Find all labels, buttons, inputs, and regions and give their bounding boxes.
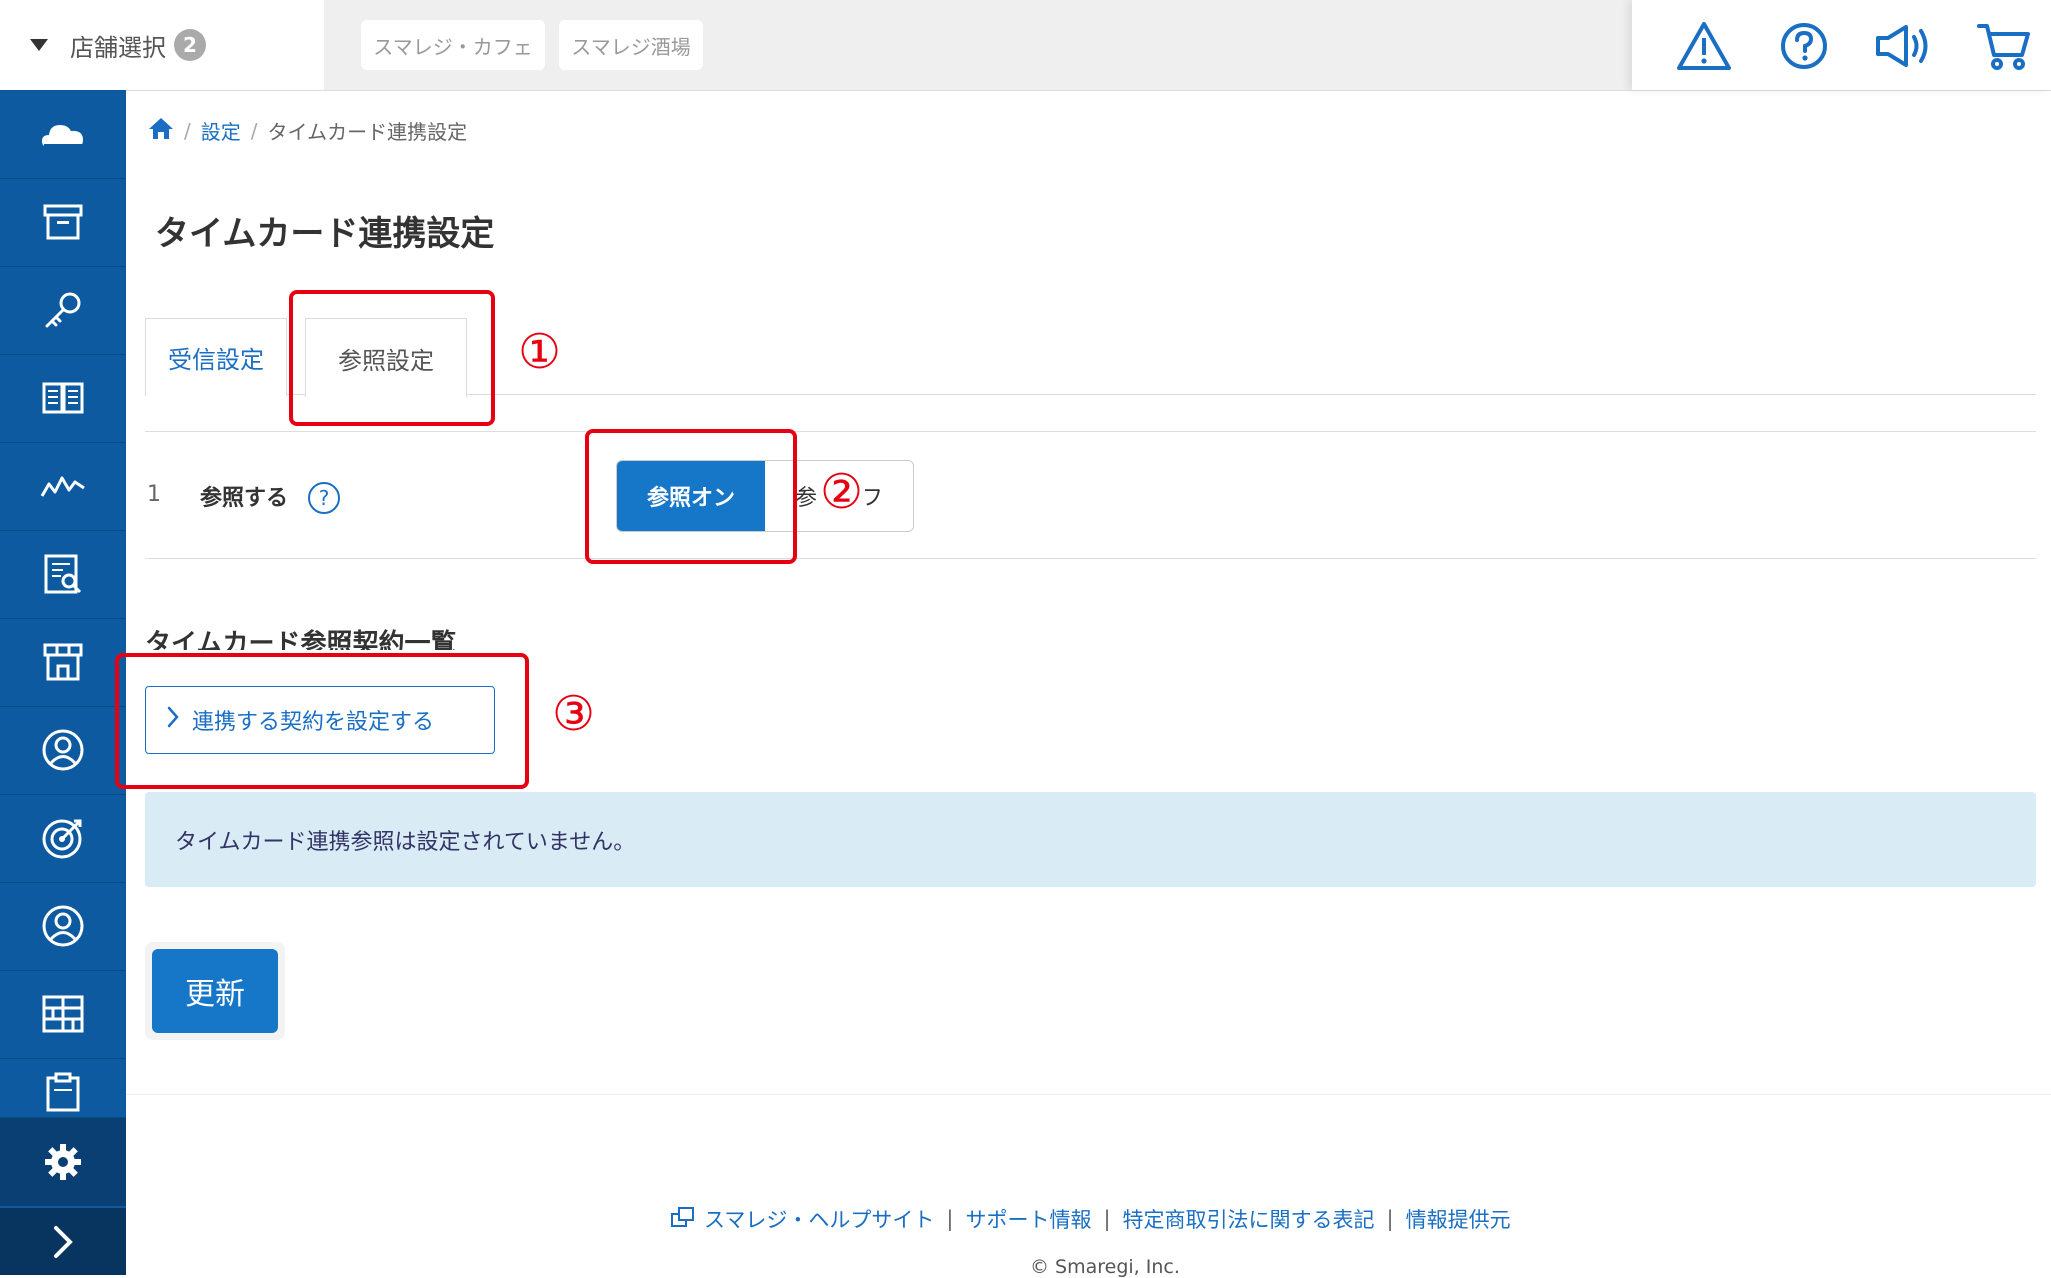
footer-links: スマレジ・ヘルプサイト | サポート情報 | 特定商取引法に関する表記 | 情報…: [670, 1204, 1511, 1234]
warning-icon[interactable]: [1674, 16, 1734, 76]
chevron-right-icon[interactable]: [0, 1208, 126, 1275]
footer-link-source[interactable]: 情報提供元: [1406, 1204, 1511, 1234]
sidebar: [0, 90, 126, 1275]
breadcrumb-current: タイムカード連携設定: [267, 120, 468, 144]
page-title: タイムカード連携設定: [155, 214, 495, 254]
empty-alert: タイムカード連携参照は設定されていません。: [145, 792, 2036, 887]
annotation-number-1: ①: [518, 324, 562, 380]
annotation-number-2: ②: [818, 464, 866, 520]
row-divider: [145, 558, 2036, 559]
key-icon[interactable]: [0, 266, 126, 355]
breadcrumb: / 設定 / タイムカード連携設定: [148, 116, 467, 145]
gear-icon[interactable]: [0, 1118, 126, 1206]
chart-icon[interactable]: [0, 442, 126, 531]
external-link-icon: [670, 1206, 696, 1233]
row-number: 1: [147, 482, 161, 507]
store-icon[interactable]: [0, 618, 126, 707]
section-heading: タイムカード参照契約一覧: [145, 629, 457, 650]
footer-link-support[interactable]: サポート情報: [965, 1204, 1091, 1234]
customer-icon[interactable]: [0, 882, 126, 971]
breadcrumb-separator: /: [250, 118, 258, 143]
footer-link-help[interactable]: スマレジ・ヘルプサイト: [704, 1204, 934, 1234]
caret-down-icon: [30, 39, 48, 51]
annotation-number-3: ③: [552, 686, 596, 742]
megaphone-icon[interactable]: [1874, 16, 1934, 76]
footer-separator: |: [946, 1207, 954, 1231]
help-icon[interactable]: [1774, 16, 1834, 76]
clipboard-icon[interactable]: [0, 1058, 126, 1118]
grid-icon[interactable]: [0, 970, 126, 1059]
archive-icon[interactable]: [0, 178, 126, 267]
row-label: 参照する: [200, 486, 289, 511]
update-button-wrap: 更新: [145, 942, 285, 1040]
report-icon[interactable]: [0, 530, 126, 619]
top-icon-group: [1632, 0, 2051, 90]
footer-divider: [126, 1094, 2051, 1095]
annotation-box-3: [115, 653, 529, 789]
annotation-box-2: [585, 429, 797, 564]
tab-receive-settings[interactable]: 受信設定: [145, 318, 287, 396]
store-chip-bar[interactable]: スマレジ酒場: [559, 20, 703, 70]
annotation-box-1: [289, 290, 495, 426]
footer-link-legal[interactable]: 特定商取引法に関する表記: [1123, 1204, 1375, 1234]
store-chip-cafe[interactable]: スマレジ・カフェ: [361, 20, 545, 70]
footer-separator: |: [1386, 1207, 1394, 1231]
footer-separator: |: [1103, 1207, 1111, 1231]
row-divider: [145, 431, 2036, 432]
book-icon[interactable]: [0, 354, 126, 443]
cloud-icon[interactable]: [0, 90, 126, 179]
store-select-label: 店舗選択: [70, 33, 166, 62]
cart-icon[interactable]: [1974, 16, 2034, 76]
user-icon[interactable]: [0, 706, 126, 795]
store-count-badge: 2: [174, 29, 206, 61]
update-button[interactable]: 更新: [152, 949, 278, 1033]
store-select[interactable]: 店舗選択 2: [0, 0, 324, 90]
top-bar: 店舗選択 2 スマレジ・カフェ スマレジ酒場: [0, 0, 2051, 91]
breadcrumb-settings[interactable]: 設定: [201, 116, 241, 145]
help-tooltip-icon[interactable]: ?: [308, 482, 340, 514]
home-icon[interactable]: [148, 116, 174, 145]
breadcrumb-separator: /: [184, 118, 191, 143]
target-icon[interactable]: [0, 794, 126, 883]
